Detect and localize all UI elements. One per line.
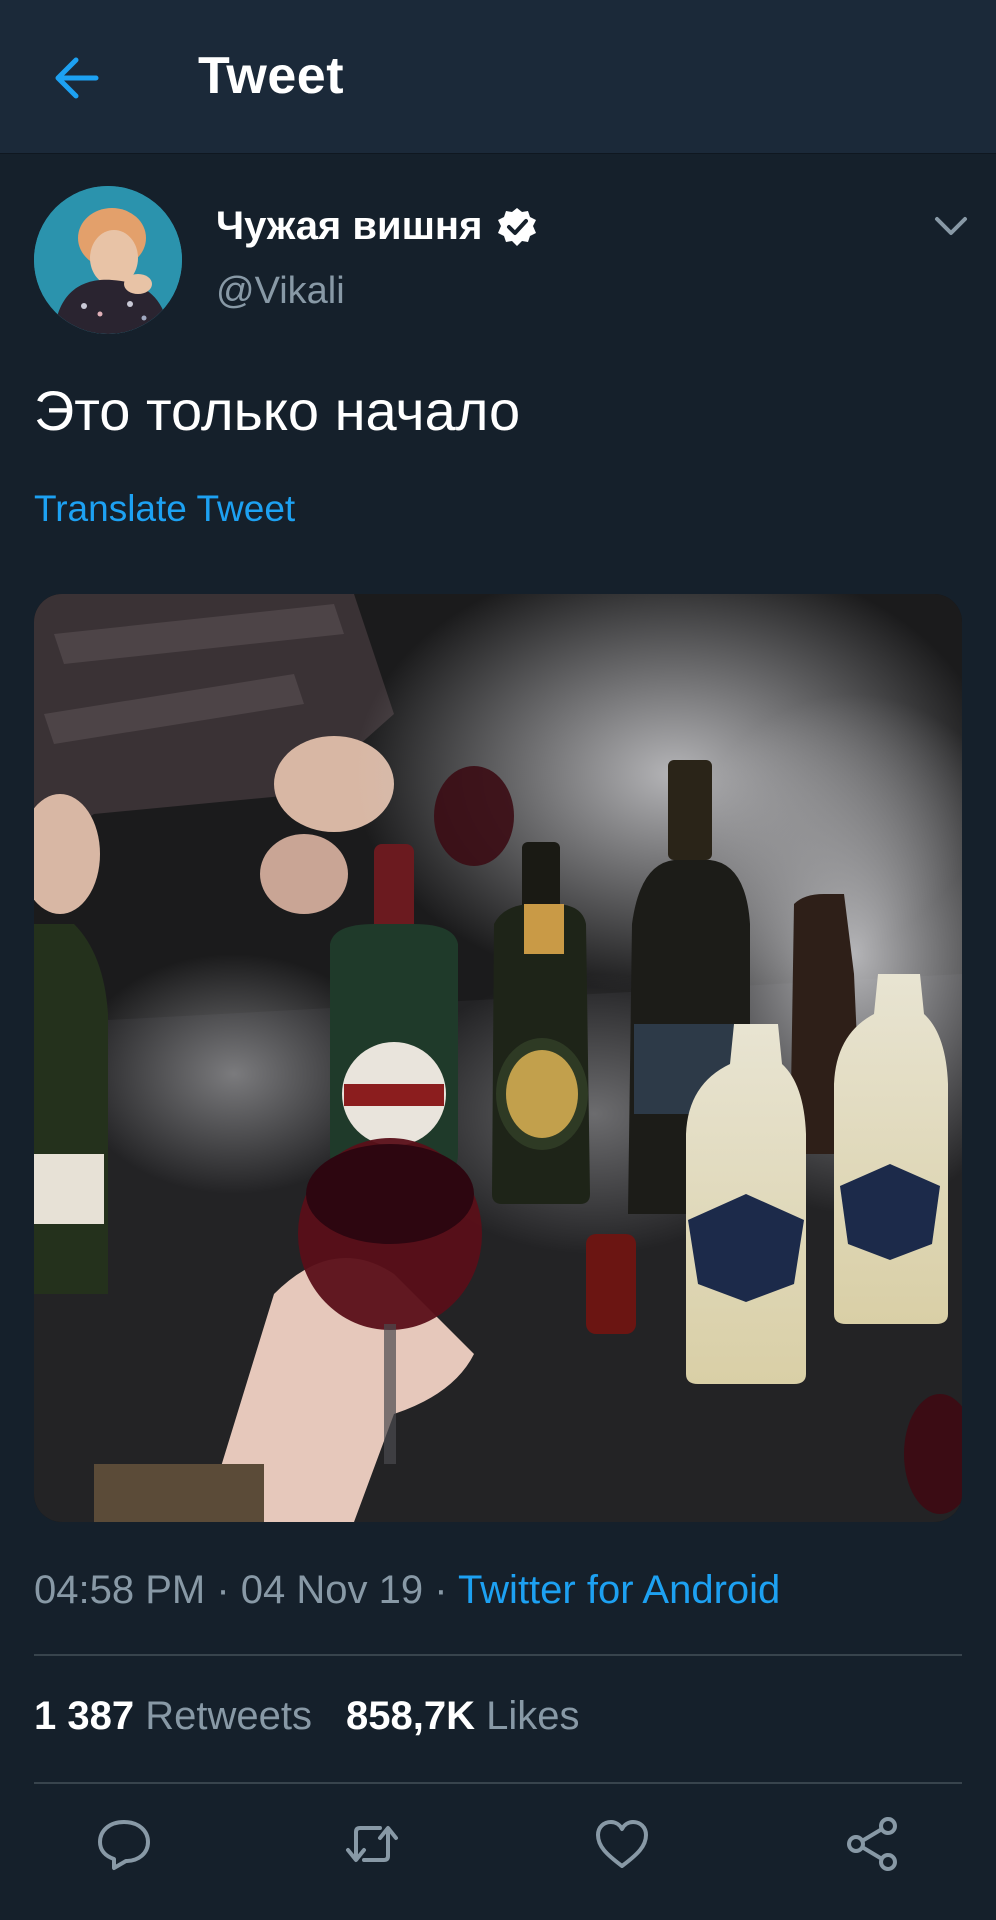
engagement-stats: 1 387 Retweets 858,7K Likes xyxy=(34,1694,579,1739)
page-title: Tweet xyxy=(198,47,345,105)
likes-count: 858,7K xyxy=(345,1694,475,1738)
tweet-time: 04:58 PM xyxy=(34,1568,206,1612)
likes-label: Likes xyxy=(486,1694,580,1738)
tweet-text: Это только начало xyxy=(34,379,521,442)
retweets-count: 1 387 xyxy=(34,1694,135,1738)
retweets-stat[interactable]: 1 387 Retweets xyxy=(34,1694,312,1738)
top-app-bar: Tweet xyxy=(0,0,996,154)
share-icon[interactable] xyxy=(842,1814,902,1874)
translate-tweet-link[interactable]: Translate Tweet xyxy=(34,488,295,530)
like-icon[interactable] xyxy=(592,1814,652,1874)
tweet-metadata: 04:58 PM · 04 Nov 19 · Twitter for Andro… xyxy=(34,1568,780,1613)
author-handle[interactable]: @Vikali xyxy=(216,270,345,313)
avatar[interactable] xyxy=(34,186,182,334)
tweet-date: 04 Nov 19 xyxy=(240,1568,424,1612)
tweet-source-link[interactable]: Twitter for Android xyxy=(458,1568,780,1612)
author-display-name: Чужая вишня xyxy=(216,204,483,248)
chevron-down-icon[interactable] xyxy=(934,214,968,238)
divider xyxy=(34,1782,962,1784)
meta-separator: · xyxy=(423,1568,458,1612)
tweet-photo[interactable] xyxy=(34,594,962,1522)
author-name[interactable]: Чужая вишня xyxy=(216,204,538,249)
arrow-left-icon[interactable] xyxy=(52,54,100,102)
meta-separator: · xyxy=(205,1568,241,1612)
likes-stat[interactable]: 858,7K Likes xyxy=(346,1694,580,1738)
verified-badge-icon xyxy=(498,207,537,246)
divider xyxy=(34,1654,962,1656)
reply-icon[interactable] xyxy=(94,1814,154,1874)
retweet-icon[interactable] xyxy=(342,1814,402,1874)
retweets-label: Retweets xyxy=(145,1694,312,1738)
